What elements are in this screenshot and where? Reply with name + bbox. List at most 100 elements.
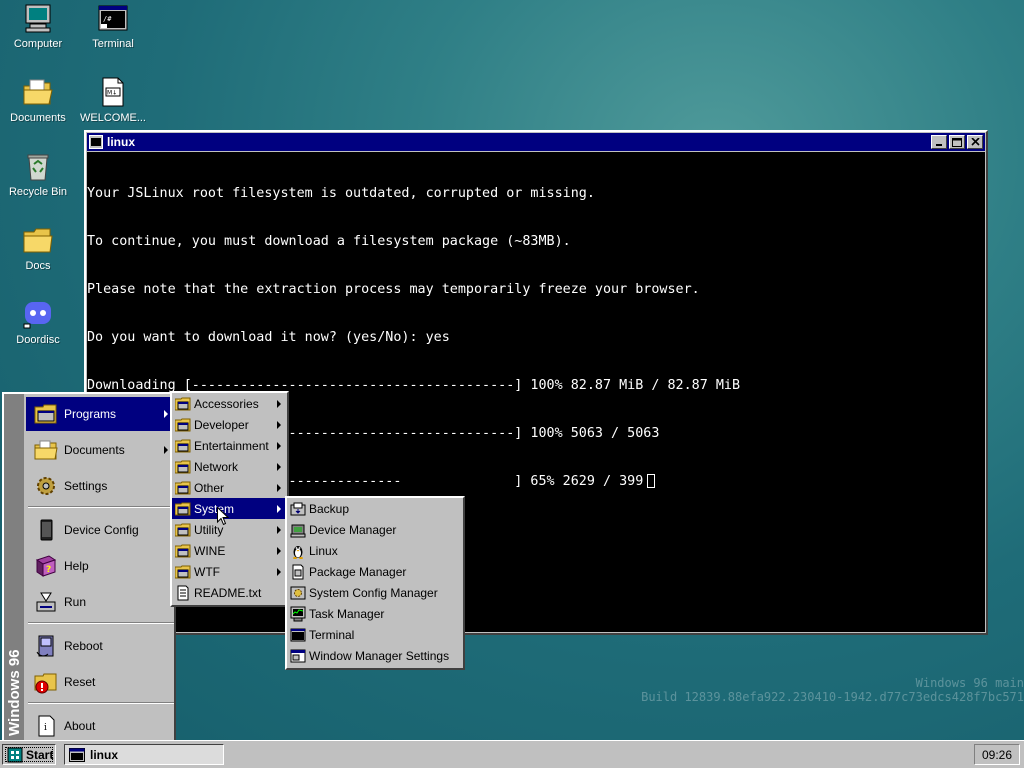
system-item-task-manager[interactable]: Task Manager: [287, 603, 463, 624]
submenu-arrow-icon: [164, 446, 168, 454]
window-titlebar[interactable]: linux: [87, 133, 985, 151]
desktop-icon-label: Documents: [10, 112, 66, 124]
menu-separator: [28, 702, 174, 704]
minimize-icon: [936, 144, 942, 146]
terminal-icon: /#: [97, 2, 129, 34]
submenu-item-label: WINE: [194, 543, 226, 558]
submenu-item-label: Package Manager: [309, 564, 407, 579]
submenu-item-label: System Config Manager: [309, 585, 438, 600]
program-group-icon: [174, 438, 191, 454]
system-item-linux[interactable]: Linux: [287, 540, 463, 561]
start-menu[interactable]: Windows 96 Programs Documents Settings D…: [2, 392, 176, 744]
desktop-icon-doordisc[interactable]: Doordisc: [1, 298, 75, 346]
program-group-icon: [174, 543, 191, 559]
watermark-line: Windows 96 main: [915, 676, 1024, 690]
programs-item-readme[interactable]: README.txt: [172, 582, 287, 603]
programs-item-accessories[interactable]: Accessories: [172, 393, 287, 414]
start-button[interactable]: Start: [2, 744, 56, 765]
start-menu-item-documents[interactable]: Documents: [26, 433, 174, 467]
start-menu-item-device-config[interactable]: Device Config: [26, 513, 174, 547]
taskbar: Start linux 09:26: [0, 740, 1024, 768]
package-icon: [290, 564, 306, 580]
desktop-icon-computer[interactable]: Computer: [1, 2, 75, 50]
start-menu-item-label: Run: [64, 595, 87, 609]
programs-item-developer[interactable]: Developer: [172, 414, 287, 435]
programs-item-system[interactable]: System: [172, 498, 287, 519]
desktop-icon-label: WELCOME...: [79, 112, 146, 124]
submenu-item-label: README.txt: [194, 585, 262, 600]
desktop-icon-label: Recycle Bin: [8, 186, 68, 198]
programs-item-network[interactable]: Network: [172, 456, 287, 477]
build-watermark: Windows 96 main Build 12839.88efa922.230…: [641, 676, 1024, 704]
task-manager-icon: [290, 606, 306, 622]
system-item-terminal[interactable]: Terminal: [287, 624, 463, 645]
close-icon: [970, 138, 980, 146]
submenu-item-label: Linux: [309, 543, 338, 558]
system-submenu[interactable]: Backup Device Manager Linux Package Mana…: [285, 496, 465, 670]
submenu-item-label: Window Manager Settings: [309, 648, 450, 663]
minimize-button[interactable]: [931, 135, 947, 149]
desktop-icon-recycle-bin[interactable]: Recycle Bin: [1, 150, 75, 198]
start-menu-brand: Windows 96: [6, 649, 23, 736]
svg-text:M↓: M↓: [107, 90, 117, 97]
start-menu-item-label: Help: [64, 559, 89, 573]
programs-item-utility[interactable]: Utility: [172, 519, 287, 540]
close-button[interactable]: [967, 135, 983, 149]
submenu-item-label: WTF: [194, 564, 220, 579]
start-menu-item-help[interactable]: ? Help: [26, 549, 174, 583]
submenu-item-label: Backup: [309, 501, 350, 516]
maximize-icon: [952, 137, 962, 147]
device-manager-icon: [290, 522, 306, 538]
desktop-icon-label: Docs: [25, 260, 51, 272]
submenu-item-label: Device Manager: [309, 522, 397, 537]
start-menu-sidebar: Windows 96: [4, 394, 24, 742]
taskbar-button-label: linux: [90, 747, 119, 762]
recycle-bin-icon: [22, 150, 54, 182]
start-menu-item-programs[interactable]: Programs: [26, 397, 174, 431]
terminal-line: Please note that the extraction process …: [87, 282, 700, 297]
system-item-package-manager[interactable]: Package Manager: [287, 561, 463, 582]
desktop-icon-documents[interactable]: Documents: [1, 76, 75, 124]
system-item-system-config-manager[interactable]: System Config Manager: [287, 582, 463, 603]
desktop-icon-label: Terminal: [92, 38, 134, 50]
start-menu-item-reset[interactable]: Reset: [26, 665, 174, 699]
start-menu-item-reboot[interactable]: Reboot: [26, 629, 174, 663]
terminal-icon: [290, 627, 306, 643]
programs-item-entertainment[interactable]: Entertainment: [172, 435, 287, 456]
taskbar-button-linux[interactable]: linux: [64, 744, 224, 765]
desktop-icon-welcome[interactable]: M↓ WELCOME...: [76, 76, 150, 124]
submenu-item-label: Task Manager: [309, 606, 385, 621]
submenu-arrow-icon: [164, 410, 168, 418]
programs-submenu[interactable]: Accessories Developer Entertainment Netw…: [170, 391, 289, 607]
submenu-arrow-icon: [277, 567, 281, 576]
window-title: linux: [107, 135, 136, 149]
linux-penguin-icon: [290, 543, 306, 559]
system-item-window-manager-settings[interactable]: Window Manager Settings: [287, 645, 463, 666]
submenu-arrow-icon: [277, 504, 281, 513]
taskbar-clock[interactable]: 09:26: [974, 744, 1020, 765]
programs-item-wtf[interactable]: WTF: [172, 561, 287, 582]
submenu-arrow-icon: [277, 483, 281, 492]
desktop-icon-terminal[interactable]: /# Terminal: [76, 2, 150, 50]
programs-item-wine[interactable]: WINE: [172, 540, 287, 561]
desktop-icon-docs[interactable]: Docs: [1, 224, 75, 272]
start-menu-item-about[interactable]: i About: [26, 709, 174, 743]
menu-separator: [28, 506, 174, 508]
start-menu-item-settings[interactable]: Settings: [26, 469, 174, 503]
submenu-arrow-icon: [277, 525, 281, 534]
terminal-line: To continue, you must download a filesys…: [87, 234, 571, 249]
submenu-arrow-icon: [277, 441, 281, 450]
terminal-icon: [69, 747, 85, 762]
program-group-icon: [174, 459, 191, 475]
maximize-button[interactable]: [949, 135, 965, 149]
program-group-icon: [174, 501, 191, 517]
start-menu-item-run[interactable]: Run: [26, 585, 174, 619]
system-item-device-manager[interactable]: Device Manager: [287, 519, 463, 540]
start-menu-item-label: About: [64, 719, 96, 733]
device-icon: [34, 518, 58, 542]
programs-item-other[interactable]: Other: [172, 477, 287, 498]
program-group-icon: [174, 522, 191, 538]
submenu-item-label: Developer: [194, 417, 249, 432]
svg-text:?: ?: [46, 565, 51, 575]
system-item-backup[interactable]: Backup: [287, 498, 463, 519]
